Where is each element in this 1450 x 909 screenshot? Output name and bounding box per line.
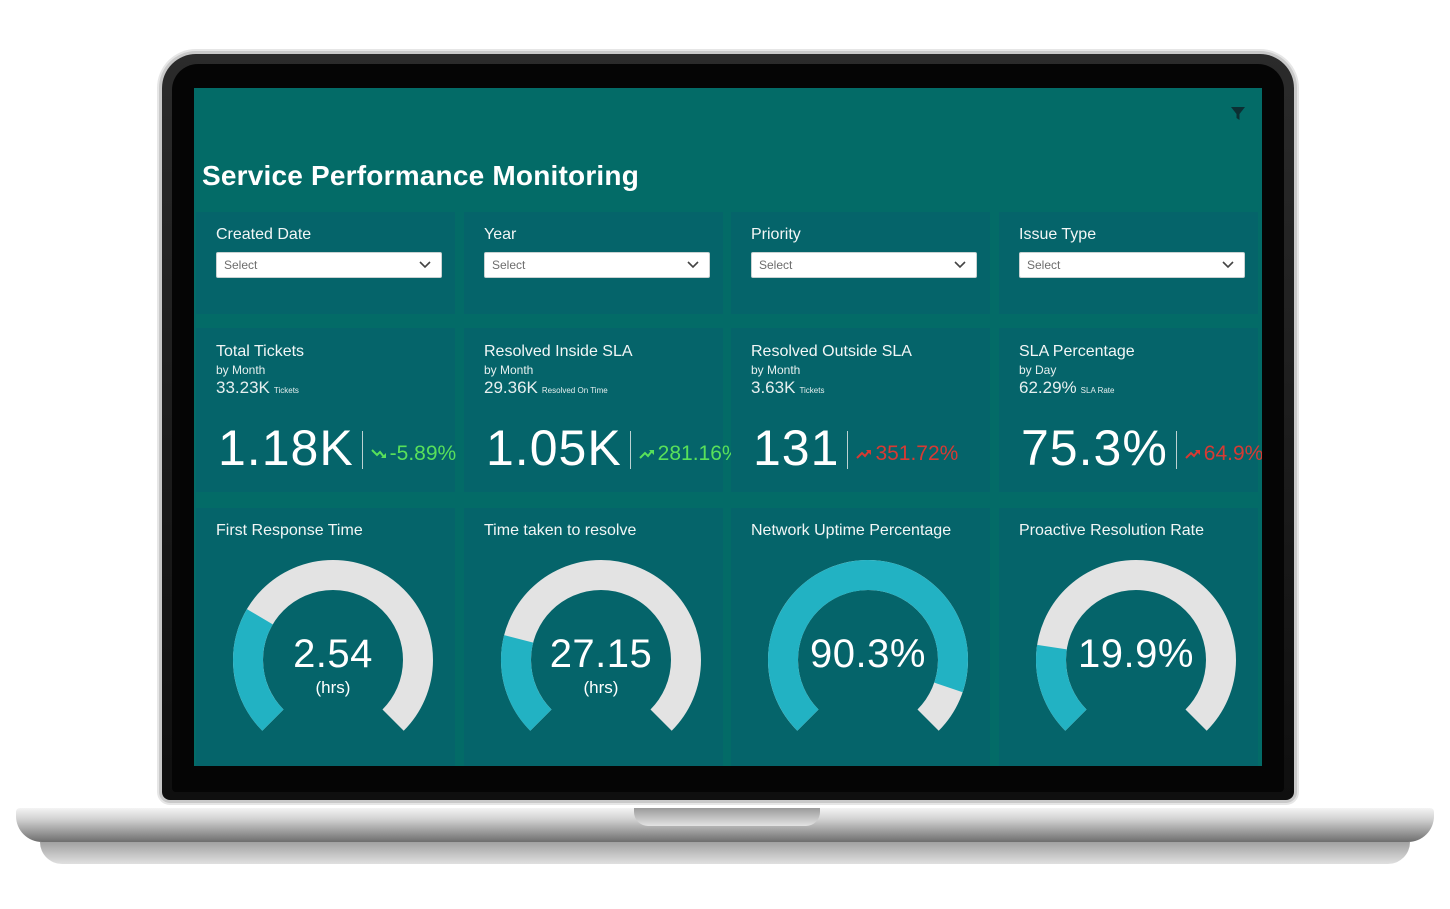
- created-date-select[interactable]: Select: [216, 252, 442, 278]
- kpi-tile-resolved-inside-sla: Resolved Inside SLA by Month 29.36K Resol…: [464, 328, 741, 492]
- gauge-value: 27.15: [549, 632, 653, 676]
- kpi-change: -5.89%: [370, 442, 457, 466]
- gauge-tile-time-to-resolve: Time taken to resolve 27.15 (hrs): [464, 508, 723, 766]
- dashboard-screen: Service Performance Monitoring Created D…: [194, 88, 1262, 766]
- kpi-subtitle: by Day: [1019, 363, 1057, 377]
- laptop-base-shadow: [40, 842, 1410, 864]
- gauge-tile-proactive-resolution: Proactive Resolution Rate 19.9%: [999, 508, 1258, 766]
- kpi-subtitle: by Month: [751, 363, 801, 377]
- chevron-down-icon: [954, 261, 966, 269]
- laptop-notch: [634, 808, 820, 826]
- gauge-title: First Response Time: [216, 522, 363, 539]
- kpi-divider: [1175, 431, 1177, 469]
- select-value: Select: [1027, 258, 1061, 272]
- select-value: Select: [759, 258, 793, 272]
- kpi-divider: [361, 431, 363, 469]
- trend-arrow-up-icon: [856, 450, 872, 459]
- filter-label: Priority: [751, 226, 801, 243]
- kpi-secondary: 29.36K Resolved On Time: [484, 378, 711, 398]
- gauge-tile-first-response-time: First Response Time 2.54 (hrs): [196, 508, 455, 766]
- kpi-change-value: -5.89%: [389, 442, 457, 465]
- kpi-secondary-unit: Tickets: [273, 386, 299, 395]
- kpi-change: 351.72%: [856, 442, 958, 466]
- gauge: 2.54 (hrs): [218, 550, 448, 736]
- year-select[interactable]: Select: [484, 252, 710, 278]
- filter-label: Issue Type: [1019, 226, 1097, 243]
- kpi-secondary-unit: Tickets: [799, 386, 825, 395]
- kpi-title: Resolved Outside SLA: [751, 343, 912, 360]
- kpi-title: Total Tickets: [216, 343, 305, 360]
- gauge-title: Proactive Resolution Rate: [1019, 522, 1204, 539]
- trend-arrow-down-icon: [370, 449, 386, 458]
- kpi-title: Resolved Inside SLA: [484, 343, 633, 360]
- kpi-change-value: 351.72%: [875, 442, 959, 465]
- gauge-unit: (hrs): [315, 678, 351, 697]
- page-title: Service Performance Monitoring: [202, 160, 640, 191]
- kpi-subtitle: by Month: [216, 363, 266, 377]
- gauge-value: 2.54: [293, 632, 373, 676]
- funnel-filter-icon[interactable]: [1226, 102, 1250, 126]
- gauge: 27.15 (hrs): [486, 550, 716, 736]
- kpi-change-value: 281.16%: [657, 442, 741, 465]
- chevron-down-icon: [1222, 261, 1234, 269]
- gauge-tile-network-uptime: Network Uptime Percentage 90.3%: [731, 508, 990, 766]
- kpi-title: SLA Percentage: [1019, 343, 1135, 360]
- gauge: 19.9%: [1021, 550, 1251, 736]
- kpi-tile-resolved-outside-sla: Resolved Outside SLA by Month 3.63K Ticke…: [731, 328, 990, 492]
- kpi-secondary: 62.29% SLA Rate: [1019, 378, 1246, 398]
- kpi-value: 1.18K: [218, 420, 354, 476]
- gauge-title: Time taken to resolve: [484, 522, 637, 539]
- kpi-change-value: 64.9%: [1203, 442, 1262, 465]
- kpi-secondary-value: 29.36K: [484, 378, 538, 397]
- trend-arrow-up-icon: [638, 450, 654, 459]
- issue-type-select[interactable]: Select: [1019, 252, 1245, 278]
- filter-tile-priority: Priority Select: [731, 212, 990, 314]
- kpi-change: 64.9%: [1185, 442, 1262, 466]
- kpi-main: 1.18K -5.89%: [218, 420, 456, 476]
- kpi-main: 131 351.72%: [753, 420, 958, 476]
- gauge-unit: (hrs): [583, 678, 619, 697]
- priority-select[interactable]: Select: [751, 252, 977, 278]
- filter-tile-issue-type: Issue Type Select: [999, 212, 1258, 314]
- kpi-value: 131: [753, 420, 840, 476]
- kpi-secondary-value: 3.63K: [751, 378, 796, 397]
- kpi-value: 75.3%: [1021, 420, 1168, 476]
- chevron-down-icon: [687, 261, 699, 269]
- filter-tile-created-date: Created Date Select: [196, 212, 455, 314]
- chevron-down-icon: [419, 261, 431, 269]
- kpi-tile-total-tickets: Total Tickets by Month 33.23K Tickets 1.1…: [196, 328, 456, 492]
- kpi-divider: [629, 431, 631, 469]
- kpi-tile-sla-percentage: SLA Percentage by Day 62.29% SLA Rate 75.…: [999, 328, 1262, 492]
- select-value: Select: [492, 258, 526, 272]
- kpi-change: 281.16%: [638, 442, 741, 466]
- gauge-value: 19.9%: [1078, 632, 1194, 676]
- filter-label: Year: [484, 226, 517, 243]
- kpi-secondary: 33.23K Tickets: [216, 378, 443, 398]
- filter-label: Created Date: [216, 226, 312, 243]
- kpi-secondary-unit: SLA Rate: [1080, 386, 1115, 395]
- kpi-secondary-value: 33.23K: [216, 378, 270, 397]
- kpi-main: 75.3% 64.9%: [1021, 420, 1262, 476]
- gauge-value: 90.3%: [810, 632, 926, 676]
- kpi-divider: [847, 431, 849, 469]
- kpi-secondary-value: 62.29%: [1019, 378, 1077, 397]
- kpi-value: 1.05K: [486, 420, 622, 476]
- kpi-secondary: 3.63K Tickets: [751, 378, 978, 398]
- kpi-main: 1.05K 281.16%: [486, 420, 741, 476]
- gauge-title: Network Uptime Percentage: [751, 522, 952, 539]
- gauge: 90.3%: [753, 550, 983, 736]
- select-value: Select: [224, 258, 258, 272]
- trend-arrow-up-icon: [1185, 450, 1200, 459]
- kpi-subtitle: by Month: [484, 363, 534, 377]
- filter-tile-year: Year Select: [464, 212, 723, 314]
- kpi-secondary-unit: Resolved On Time: [541, 386, 608, 395]
